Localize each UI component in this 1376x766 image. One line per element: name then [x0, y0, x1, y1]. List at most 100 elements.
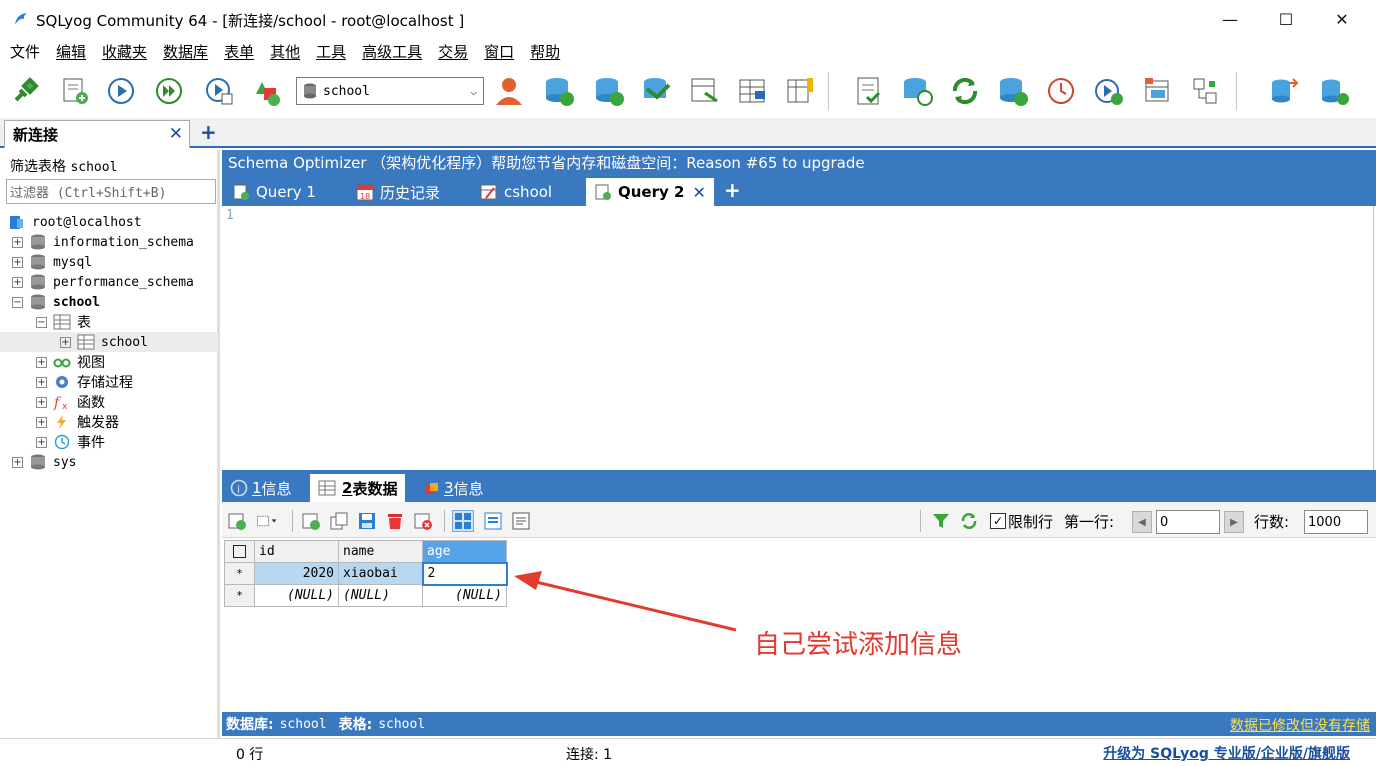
restore-db-icon[interactable] — [590, 72, 628, 110]
row-marker[interactable]: * — [224, 584, 255, 607]
upgrade-link[interactable]: 升级为 SQLyog 专业版/企业版/旗舰版 — [1103, 743, 1350, 763]
row-marker[interactable]: * — [224, 562, 255, 585]
limit-rows-checkbox[interactable]: ✓ — [990, 513, 1006, 529]
table-data-icon[interactable] — [734, 72, 772, 110]
table-row[interactable]: * (NULL) (NULL) (NULL) — [224, 584, 507, 607]
user-manager-icon[interactable] — [490, 72, 528, 110]
expand-icon[interactable]: + — [36, 376, 47, 388]
cell-age[interactable]: (NULL) — [422, 584, 507, 607]
job-agent-icon[interactable] — [994, 72, 1032, 110]
cancel-changes-icon[interactable] — [412, 510, 434, 532]
grid-view-icon[interactable] — [452, 510, 474, 532]
next-page-button[interactable]: ▶ — [1224, 511, 1244, 533]
schema-sync-icon[interactable] — [946, 72, 984, 110]
row-count-input[interactable]: 1000 — [1304, 510, 1368, 534]
filter-icon[interactable] — [930, 510, 952, 532]
menu-tools[interactable]: 工具 — [316, 41, 346, 62]
expand-icon[interactable]: + — [12, 256, 23, 268]
connection-tab[interactable]: 新连接 ✕ — [4, 120, 190, 148]
expand-icon[interactable]: + — [36, 416, 47, 428]
menu-other[interactable]: 其他 — [270, 41, 300, 62]
menu-file[interactable]: 文件 — [10, 41, 40, 62]
menu-transaction[interactable]: 交易 — [438, 41, 468, 62]
menu-favorites[interactable]: 收藏夹 — [102, 41, 147, 62]
import-external-icon[interactable] — [1186, 72, 1224, 110]
collapse-icon[interactable]: − — [36, 316, 47, 328]
cell-name[interactable]: (NULL) — [338, 584, 423, 607]
menu-advanced-tools[interactable]: 高级工具 — [362, 41, 422, 62]
close-icon[interactable]: ✕ — [692, 183, 705, 202]
filter-input[interactable]: 过滤器 (Ctrl+Shift+B) — [6, 179, 216, 204]
schema-designer-icon[interactable] — [246, 72, 284, 110]
add-query-tab-button[interactable]: + — [724, 178, 741, 202]
cell-name[interactable]: xiaobai — [338, 562, 423, 585]
save-icon[interactable] — [356, 510, 378, 532]
tree-db-mysql[interactable]: + mysql — [0, 252, 218, 272]
execute-icon[interactable] — [102, 72, 140, 110]
migrate-icon[interactable] — [1266, 72, 1304, 110]
tab-query-2[interactable]: Query 2 ✕ — [586, 178, 714, 206]
collapse-icon[interactable]: − — [12, 296, 23, 308]
column-header-age[interactable]: age — [422, 540, 507, 563]
tree-db-performance-schema[interactable]: + performance_schema — [0, 272, 218, 292]
menu-database[interactable]: 数据库 — [163, 41, 208, 62]
tree-table-school[interactable]: + school — [0, 332, 218, 352]
query-editor[interactable]: 1 — [222, 206, 1374, 470]
unsaved-changes-link[interactable]: 数据已修改但没有存储 — [1230, 715, 1370, 735]
data-search-icon[interactable] — [1138, 72, 1176, 110]
insert-row-icon[interactable] — [226, 510, 248, 532]
cell-id[interactable]: 2020 — [254, 562, 339, 585]
cell-age-editing[interactable]: 2 — [421, 561, 508, 586]
first-row-input[interactable]: 0 — [1156, 510, 1220, 534]
expand-icon[interactable]: + — [36, 396, 47, 408]
expand-icon[interactable]: + — [12, 236, 23, 248]
data-sync-icon[interactable] — [898, 72, 936, 110]
backup-db-icon[interactable] — [540, 72, 578, 110]
tree-folder-triggers[interactable]: + 触发器 — [0, 412, 218, 432]
row-dropdown-icon[interactable] — [256, 510, 278, 532]
tab-history[interactable]: 18 历史记录 — [356, 178, 440, 206]
expand-icon[interactable]: + — [60, 336, 71, 348]
add-connection-button[interactable]: + — [200, 120, 217, 144]
tree-db-sys[interactable]: + sys — [0, 452, 218, 472]
close-window-button[interactable]: ✕ — [1314, 0, 1370, 38]
tree-folder-views[interactable]: + 视图 — [0, 352, 218, 372]
menu-table[interactable]: 表单 — [224, 41, 254, 62]
expand-icon[interactable]: + — [12, 276, 23, 288]
expand-icon[interactable]: + — [12, 456, 23, 468]
copy-row-icon[interactable] — [328, 510, 350, 532]
sql-sync-icon[interactable] — [850, 72, 888, 110]
menu-window[interactable]: 窗口 — [484, 41, 514, 62]
tree-folder-functions[interactable]: + fx 函数 — [0, 392, 218, 412]
tree-folder-procedures[interactable]: + 存储过程 — [0, 372, 218, 392]
schema-optimizer-banner[interactable]: Schema Optimizer （架构优化程序）帮助您节省内存和磁盘空间：Re… — [222, 150, 1376, 174]
tree-folder-events[interactable]: + 事件 — [0, 432, 218, 452]
column-header-id[interactable]: id — [254, 540, 339, 563]
tab-result-table-data[interactable]: 2 表数据 — [310, 474, 406, 502]
tree-db-information-schema[interactable]: + information_schema — [0, 232, 218, 252]
scheduled-backup-icon[interactable] — [1042, 72, 1080, 110]
export-icon[interactable] — [686, 72, 724, 110]
duplicate-row-icon[interactable] — [300, 510, 322, 532]
select-all-checkbox[interactable] — [224, 540, 255, 563]
table-export-icon[interactable] — [782, 72, 820, 110]
tab-result-info-3[interactable]: 3 信息 — [424, 474, 484, 502]
table-row[interactable]: * 2020 xiaobai 2 — [224, 561, 508, 586]
database-select[interactable]: school ⌵ — [296, 77, 484, 105]
tree-folder-tables[interactable]: − 表 — [0, 312, 218, 332]
execute-all-icon[interactable] — [150, 72, 188, 110]
execute-edit-icon[interactable] — [200, 72, 238, 110]
import-icon[interactable] — [638, 72, 676, 110]
tree-db-school[interactable]: − school — [0, 292, 218, 312]
connect-icon[interactable] — [6, 72, 44, 110]
form-view-icon[interactable] — [482, 510, 504, 532]
tree-connection-root[interactable]: root@localhost — [0, 212, 218, 232]
text-view-icon[interactable] — [510, 510, 532, 532]
minimize-button[interactable]: — — [1202, 0, 1258, 38]
prev-page-button[interactable]: ◀ — [1132, 511, 1152, 533]
refresh-icon[interactable] — [958, 510, 980, 532]
menu-edit[interactable]: 编辑 — [56, 41, 86, 62]
close-icon[interactable]: ✕ — [169, 124, 183, 144]
delete-icon[interactable] — [384, 510, 406, 532]
expand-icon[interactable]: + — [36, 356, 47, 368]
